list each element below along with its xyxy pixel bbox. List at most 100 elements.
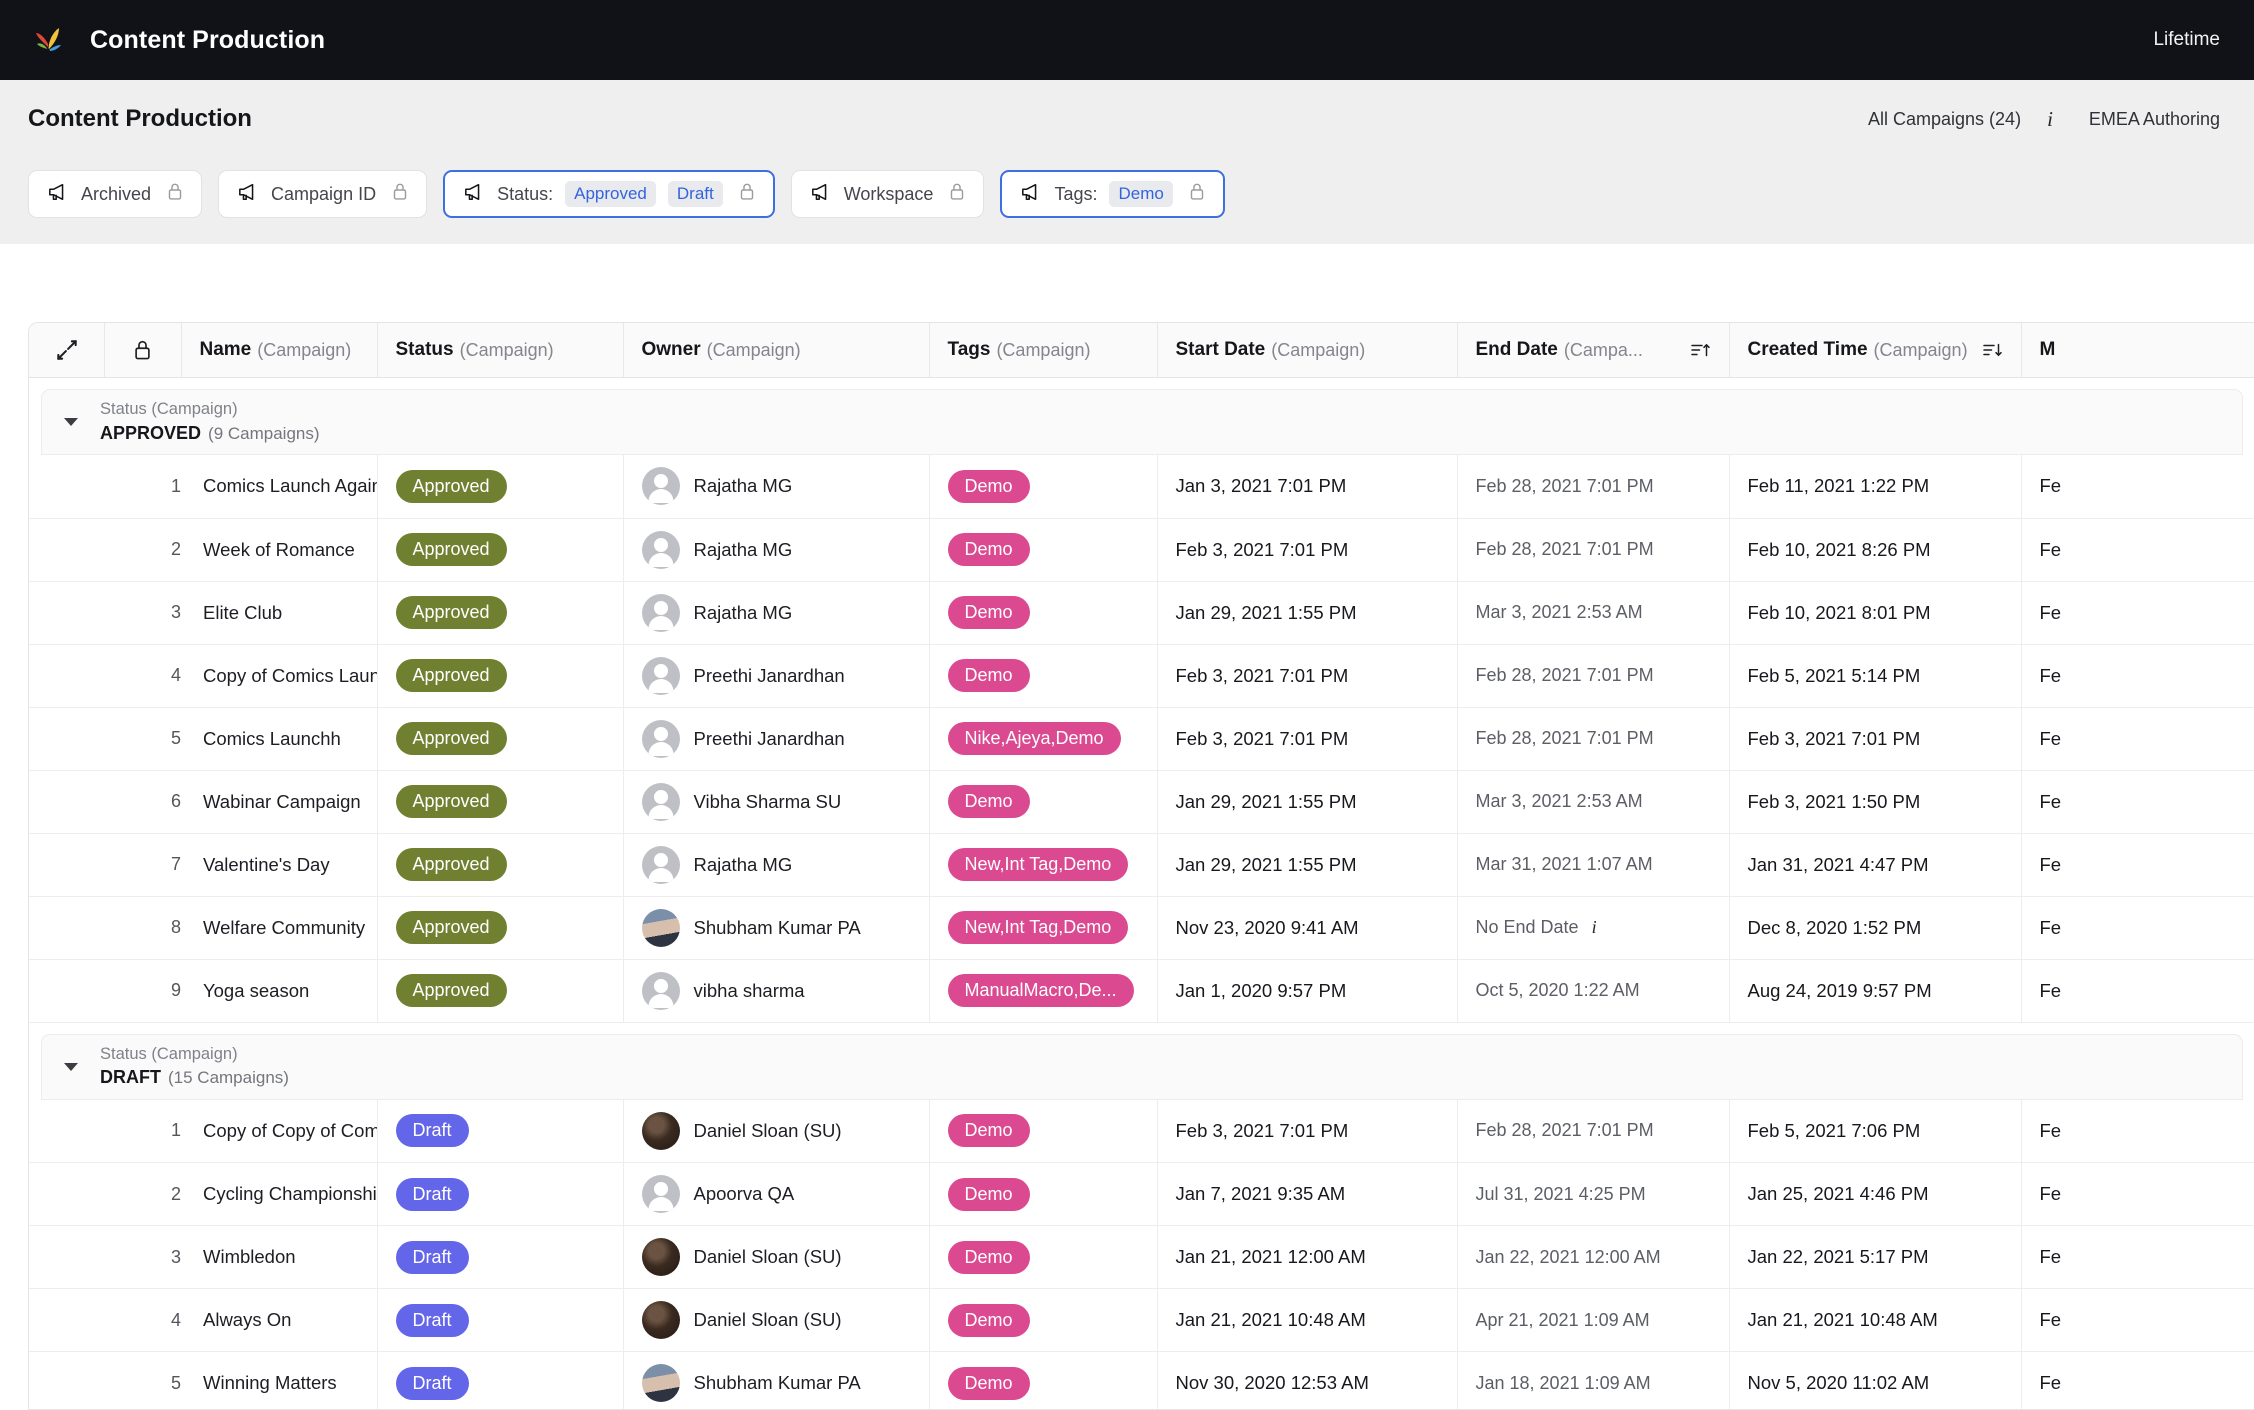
filter-chip-archived[interactable]: Archived — [28, 170, 203, 218]
cell-campaign-name[interactable]: Comics Launchh — [181, 707, 378, 771]
page-header-right: All Campaigns (24) i EMEA Authoring — [1868, 107, 2220, 132]
filter-chip-status[interactable]: Status: Approved Draft — [443, 170, 775, 218]
avatar — [641, 1301, 680, 1339]
campaign-table-container[interactable]: Name (Campaign) Status (Campaign) Owner … — [28, 322, 2254, 1410]
table-row[interactable]: 3 Wimbledon Draft Daniel Sloan (SU) Demo… — [29, 1225, 2254, 1289]
table-row[interactable]: 6 Wabinar Campaign Approved Vibha Sharma… — [29, 770, 2254, 834]
table-row[interactable]: 8 Welfare Community Approved Shubham Kum… — [29, 896, 2254, 960]
cell-campaign-name[interactable]: Wabinar Campaign — [181, 770, 378, 834]
cell-campaign-name[interactable]: Copy of Comics Launch — [181, 644, 378, 708]
cell-campaign-name[interactable]: Elite Club — [181, 581, 378, 645]
cell-campaign-name[interactable]: Yoga season — [181, 959, 378, 1023]
cell-status: Approved — [377, 833, 624, 897]
lock-icon[interactable] — [735, 182, 755, 206]
group-collapse-caret-icon[interactable] — [64, 418, 78, 426]
table-row[interactable]: 5 Comics Launchh Approved Preethi Janard… — [29, 707, 2254, 771]
cell-tags: New,Int Tag,Demo — [929, 896, 1158, 960]
sort-asc-icon[interactable] — [1690, 342, 1711, 358]
table-row[interactable]: 5 Winning Matters Draft Shubham Kumar PA… — [29, 1351, 2254, 1409]
cell-campaign-name[interactable]: Always On — [181, 1288, 378, 1352]
table-row[interactable]: 9 Yoga season Approved vibha sharma Manu… — [29, 959, 2254, 1023]
table-row[interactable]: 4 Copy of Comics Launch Approved Preethi… — [29, 644, 2254, 708]
cell-created-time: Aug 24, 2019 9:57 PM — [1729, 959, 2022, 1023]
status-badge: Approved — [395, 659, 507, 692]
lock-icon[interactable] — [105, 339, 180, 361]
column-header-name[interactable]: Name (Campaign) — [181, 323, 378, 378]
table-row[interactable]: 7 Valentine's Day Approved Rajatha MG Ne… — [29, 833, 2254, 897]
status-badge: Draft — [395, 1114, 469, 1148]
column-header-status-sub: (Campaign) — [459, 339, 554, 360]
filter-value[interactable]: Draft — [667, 181, 723, 207]
workspace-label[interactable]: EMEA Authoring — [2089, 109, 2220, 130]
owner-name: Apoorva QA — [693, 1183, 795, 1204]
column-header-end-date[interactable]: End Date (Campa... — [1457, 323, 1730, 378]
cell-campaign-name[interactable]: Copy of Copy of Comics Launch — [181, 1099, 378, 1163]
cell-status: Draft — [377, 1099, 624, 1163]
table-row[interactable]: 3 Elite Club Approved Rajatha MG Demo Ja… — [29, 581, 2254, 645]
filter-chip-label: Status: — [497, 183, 554, 204]
all-campaigns-label[interactable]: All Campaigns (24) — [1868, 109, 2021, 130]
cell-owner: vibha sharma — [623, 959, 930, 1023]
cell-campaign-name[interactable]: Cycling Championship — [181, 1162, 378, 1226]
row-index: 7 — [29, 833, 181, 897]
sort-desc-icon[interactable] — [1982, 342, 2003, 358]
status-badge: Draft — [395, 1303, 469, 1337]
cell-end-date: Mar 3, 2021 2:53 AM — [1457, 581, 1730, 645]
table-row[interactable]: 2 Week of Romance Approved Rajatha MG De… — [29, 518, 2254, 582]
column-header-status[interactable]: Status (Campaign) — [377, 323, 624, 378]
filter-chip-tags[interactable]: Tags: Demo — [1000, 170, 1225, 218]
cell-campaign-name[interactable]: Valentine's Day — [181, 833, 378, 897]
info-icon[interactable]: i — [1588, 917, 1601, 938]
cell-tags: Demo — [929, 644, 1158, 708]
lifetime-label[interactable]: Lifetime — [2153, 29, 2220, 51]
tag-badge: New,Int Tag,Demo — [947, 911, 1129, 944]
table-row[interactable]: 4 Always On Draft Daniel Sloan (SU) Demo… — [29, 1288, 2254, 1352]
cell-tags: Demo — [929, 770, 1158, 834]
cell-modified-time: Fe — [2021, 833, 2254, 897]
column-header-created-time[interactable]: Created Time (Campaign) — [1729, 323, 2022, 378]
cell-status: Approved — [377, 707, 624, 771]
group-collapse-caret-icon[interactable] — [64, 1062, 78, 1071]
column-header-start-date[interactable]: Start Date (Campaign) — [1157, 323, 1458, 378]
info-icon[interactable]: i — [2043, 107, 2057, 132]
collapse-arrows-icon[interactable] — [29, 337, 104, 363]
cell-start-date: Jan 3, 2021 7:01 PM — [1157, 455, 1458, 519]
cell-created-time: Jan 25, 2021 4:46 PM — [1729, 1162, 2022, 1226]
cell-campaign-name[interactable]: Wimbledon — [181, 1225, 378, 1289]
column-header-modified[interactable]: M — [2021, 323, 2254, 378]
cell-owner: Shubham Kumar PA — [623, 896, 930, 960]
filter-value[interactable]: Demo — [1109, 181, 1173, 207]
cell-end-date: Feb 28, 2021 7:01 PM — [1457, 1099, 1730, 1163]
cell-modified-time: Fe — [2021, 455, 2254, 519]
cell-tags: Demo — [929, 1351, 1158, 1409]
filter-chip-campaignid[interactable]: Campaign ID — [218, 170, 428, 218]
table-row[interactable]: 2 Cycling Championship Draft Apoorva QA … — [29, 1162, 2254, 1226]
table-row[interactable]: 1 Comics Launch Again New Approved Rajat… — [29, 455, 2254, 519]
tag-badge: Demo — [947, 1366, 1030, 1400]
table-header: Name (Campaign) Status (Campaign) Owner … — [29, 323, 2254, 378]
lock-icon[interactable] — [388, 182, 408, 206]
avatar — [641, 1238, 680, 1276]
lock-icon[interactable] — [945, 182, 965, 206]
cell-campaign-name[interactable]: Winning Matters — [181, 1351, 378, 1409]
cell-status: Approved — [377, 896, 624, 960]
lock-icon[interactable] — [1185, 182, 1205, 206]
lock-icon[interactable] — [163, 182, 183, 206]
tag-badge: Demo — [947, 1114, 1030, 1148]
cell-campaign-name[interactable]: Comics Launch Again New — [181, 455, 378, 519]
cell-owner: Rajatha MG — [623, 518, 930, 582]
cell-campaign-name[interactable]: Welfare Community — [181, 896, 378, 960]
group-name: DRAFT — [100, 1067, 161, 1088]
megaphone-icon — [237, 182, 259, 207]
top-bar-right: Lifetime — [2153, 29, 2220, 51]
cell-status: Approved — [377, 770, 624, 834]
filter-value[interactable]: Approved — [565, 181, 656, 207]
column-header-tags[interactable]: Tags (Campaign) — [929, 323, 1158, 378]
column-header-owner[interactable]: Owner (Campaign) — [623, 323, 930, 378]
filter-chip-workspace[interactable]: Workspace — [790, 170, 985, 218]
cell-campaign-name[interactable]: Week of Romance — [181, 518, 378, 582]
column-header-name-sub: (Campaign) — [257, 339, 352, 360]
status-badge: Approved — [395, 911, 507, 944]
table-row[interactable]: 1 Copy of Copy of Comics Launch Draft Da… — [29, 1099, 2254, 1163]
tag-badge: Demo — [947, 1240, 1030, 1274]
